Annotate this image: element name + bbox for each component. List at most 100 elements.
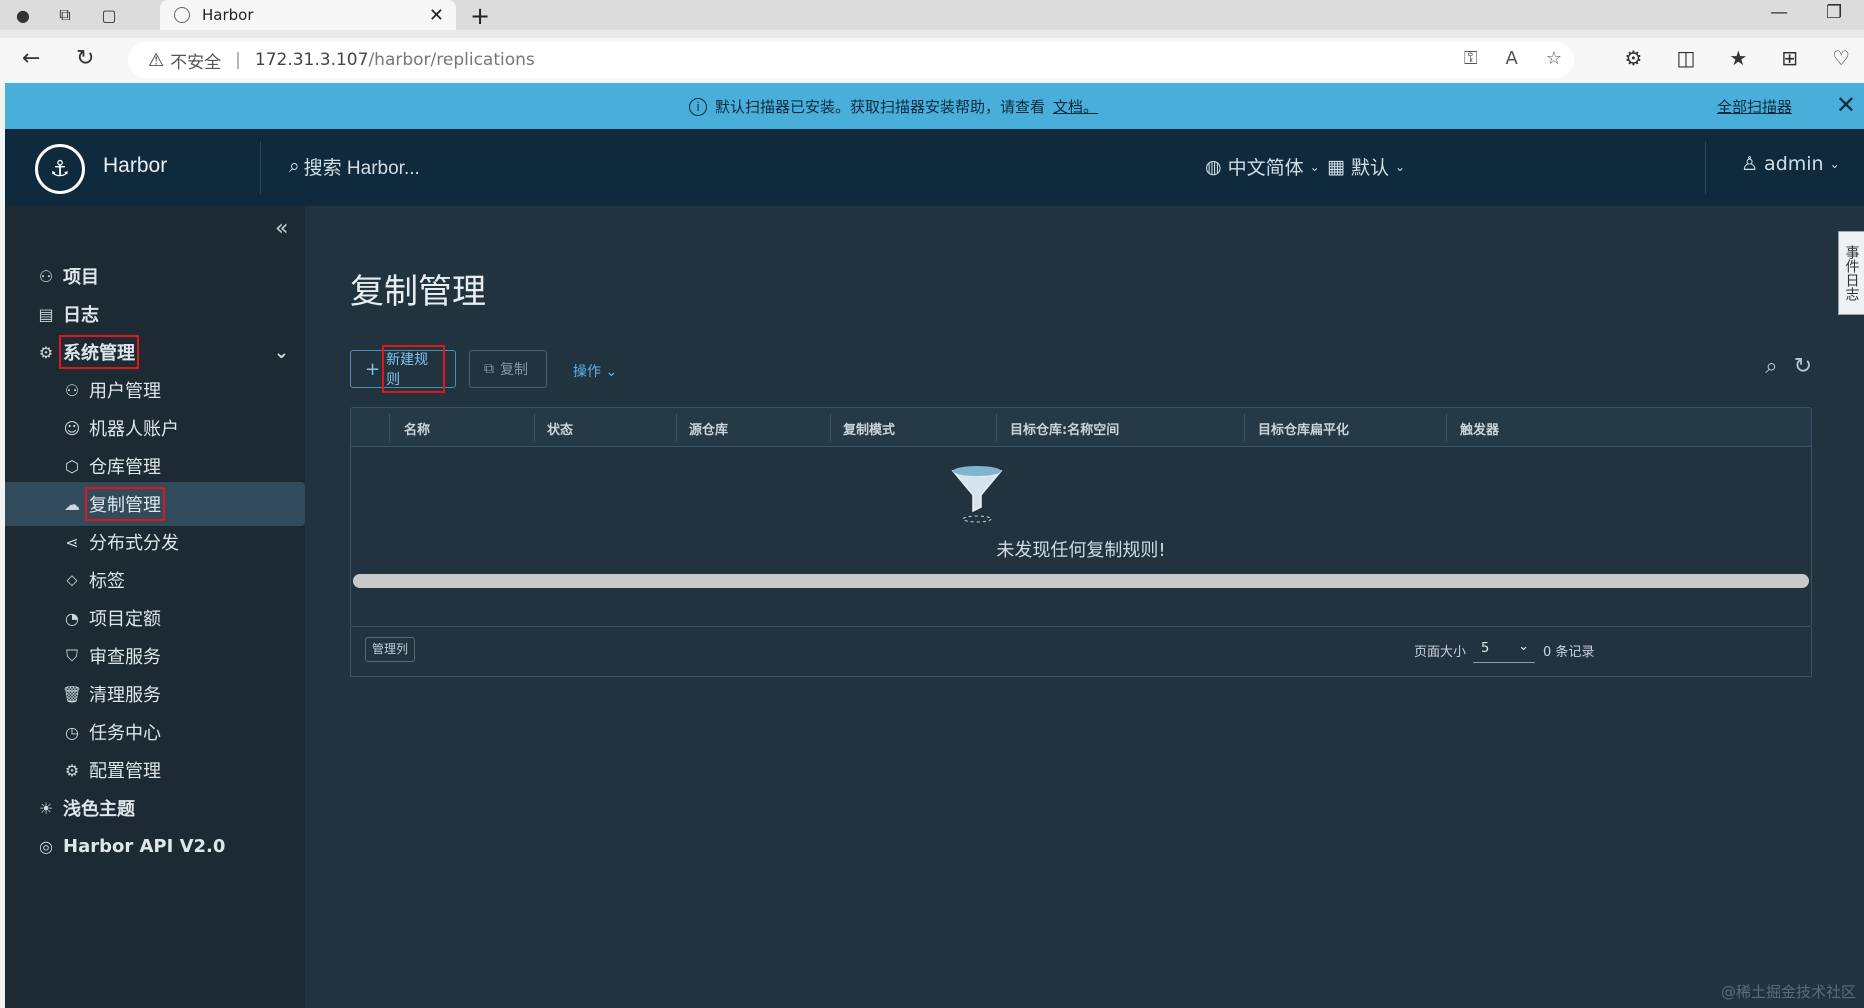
profile-icon[interactable]: ● [10,3,36,27]
harbor-logo-icon[interactable]: ⚓ [35,144,85,194]
brand-name[interactable]: Harbor [103,154,167,178]
address-separator: | [235,50,241,70]
chevron-down-icon: ⌄ [605,364,618,380]
read-aloud-icon[interactable]: A [1506,48,1518,69]
registry-icon: ⬡ [65,456,79,476]
copy-label: 复制 [500,362,528,378]
sidebar-item-label: 标签 [89,571,125,592]
column-header[interactable]: 触发器 [1460,419,1499,438]
docs-link[interactable]: 文档。 [1053,96,1098,117]
heart-icon[interactable]: ♡ [1832,46,1850,70]
sidebar-item-label: 项目定额 [89,609,161,630]
globe-icon: ◍ [1205,155,1222,178]
logs-icon: ▤ [38,304,54,324]
sidebar-item-label: 分布式分发 [89,533,179,554]
sidebar-item-label: 清理服务 [89,685,161,706]
extensions-icon[interactable]: ⚙ [1625,46,1643,70]
language-label: 中文简体 [1227,157,1304,179]
chevron-down-icon[interactable]: ⌄ [274,342,289,363]
main-content: 复制管理 + 新建规则 ⧉ 复制 操作 ⌄ ⌕ ↻ 名称 状态 源仓库 复制模式… [305,206,1864,1008]
manage-columns-button[interactable]: 管理列 [365,637,416,662]
theme-label: 默认 [1350,157,1389,179]
column-header[interactable]: 目标仓库:名称空间 [1010,419,1119,438]
close-banner-icon[interactable]: ✕ [1836,91,1856,119]
warning-icon: ⚠ [148,49,165,71]
column-header[interactable]: 目标仓库扁平化 [1258,419,1349,438]
sidebar-item-label: 浅色主题 [63,799,135,820]
favicon-icon [174,7,190,23]
column-header[interactable]: 复制模式 [843,419,895,438]
info-icon: i [689,97,707,116]
close-tab-icon[interactable]: ✕ [429,5,444,26]
actions-dropdown[interactable]: 操作 ⌄ [573,361,617,381]
column-header[interactable]: 状态 [547,419,573,438]
search-placeholder: 搜索 Harbor... [303,158,420,179]
address-bar[interactable]: ⚠ 不安全 | 172.31.3.107/harbor/replications… [128,42,1574,78]
projects-icon: ⚇ [38,266,54,286]
chevron-down-icon: ⌄ [1309,159,1320,174]
sidebar: « ⚇ 项目 ▤ 日志 ⚙ 系统管理 ⌄ ⚇ 用户管理 ☺ 机器人账户 ⬡ 仓库管理 ☁ 复制管… [5,206,305,1008]
banner-message: 默认扫描器已安装。获取扫描器安装帮助，请查看 [715,98,1046,116]
user-icon: ♙ [1741,153,1759,175]
copy-icon: ⧉ [484,361,494,377]
quota-icon: ◔ [65,608,79,628]
browser-tab[interactable]: Harbor ✕ [160,0,456,30]
tab-actions-icon[interactable]: ▢ [96,3,122,27]
favorites-icon[interactable]: ★ [1729,46,1747,70]
robot-icon: ☺ [63,418,81,438]
tag-icon: ⬦ [66,570,78,589]
sidebar-item-label: 系统管理 [59,335,139,369]
replication-icon: ☁ [64,494,80,514]
insecure-label: 不安全 [170,52,222,73]
collections-toolbar-icon[interactable]: ⊞ [1781,46,1798,70]
collections-icon[interactable]: ⧉ [52,3,78,27]
theme-selector[interactable]: ▦ 默认 ⌄ [1327,153,1405,180]
search-icon: ⌕ [289,155,300,177]
copy-button[interactable]: ⧉ 复制 [469,350,547,388]
sidebar-item-label: 项目 [63,267,99,288]
column-header[interactable]: 源仓库 [689,419,728,438]
shield-icon: ⛉ [65,646,78,665]
back-icon[interactable]: ← [22,46,40,71]
sidebar-item-label: 用户管理 [89,381,161,402]
table-header: 名称 状态 源仓库 复制模式 目标仓库:名称空间 目标仓库扁平化 触发器 [351,408,1811,447]
new-tab-icon[interactable]: + [470,2,490,30]
record-count: 0 条记录 [1543,645,1595,660]
new-rule-button[interactable]: + 新建规则 [350,345,456,393]
horizontal-scrollbar[interactable] [353,574,1809,588]
global-search[interactable]: ⌕ 搜索 Harbor... [289,153,420,180]
refresh-icon[interactable]: ↻ [1794,354,1812,379]
maximize-icon[interactable]: ❐ [1826,2,1842,23]
favorite-star-icon[interactable]: ☆ [1546,48,1562,69]
tab-title: Harbor [202,6,254,24]
collapse-sidebar-icon[interactable]: « [275,216,288,241]
language-selector[interactable]: ◍ 中文简体 ⌄ [1205,153,1320,180]
sidebar-item-api[interactable]: ◎ Harbor API V2.0 [5,824,305,868]
user-menu[interactable]: ♙ admin ⌄ [1741,153,1840,175]
new-rule-label: 新建规则 [382,345,445,393]
sidebar-item-label: 审查服务 [89,647,161,668]
url-host: 172.31.3.107 [254,50,369,70]
address-row: ← ↻ ⚠ 不安全 | 172.31.3.107/harbor/replicat… [0,38,1864,82]
column-header[interactable]: 名称 [404,419,430,438]
users-icon: ⚇ [64,380,80,400]
all-scanners-link[interactable]: 全部扫描器 [1717,96,1792,117]
sidebar-item-label: 任务中心 [89,723,161,744]
reload-icon[interactable]: ↻ [76,46,94,71]
browser-chrome: ● ⧉ ▢ Harbor ✕ + — ❐ ← ↻ ⚠ 不安全 | 172.31.… [0,0,1864,82]
minimize-icon[interactable]: — [1770,2,1788,23]
scanner-banner: i 默认扫描器已安装。获取扫描器安装帮助，请查看 文档。 全部扫描器 ✕ [5,83,1864,129]
event-log-tab[interactable]: 事件日志 [1838,231,1864,315]
page-size-select[interactable]: 5 ⌄ [1473,635,1535,663]
api-icon: ◎ [39,836,53,856]
gear-icon: ⚙ [64,760,80,780]
calendar-icon: ▦ [1327,155,1345,178]
key-icon[interactable]: ⚿ [1464,48,1478,69]
header-divider-right [1705,141,1706,194]
chevron-down-icon: ⌄ [1829,157,1840,171]
page-size-value: 5 [1481,641,1490,656]
table-footer: 管理列 页面大小 5 ⌄ 0 条记录 [350,627,1812,677]
watermark: @稀土掘金技术社区 [1720,983,1856,1001]
search-icon[interactable]: ⌕ [1765,354,1777,379]
split-screen-icon[interactable]: ◫ [1676,46,1695,70]
